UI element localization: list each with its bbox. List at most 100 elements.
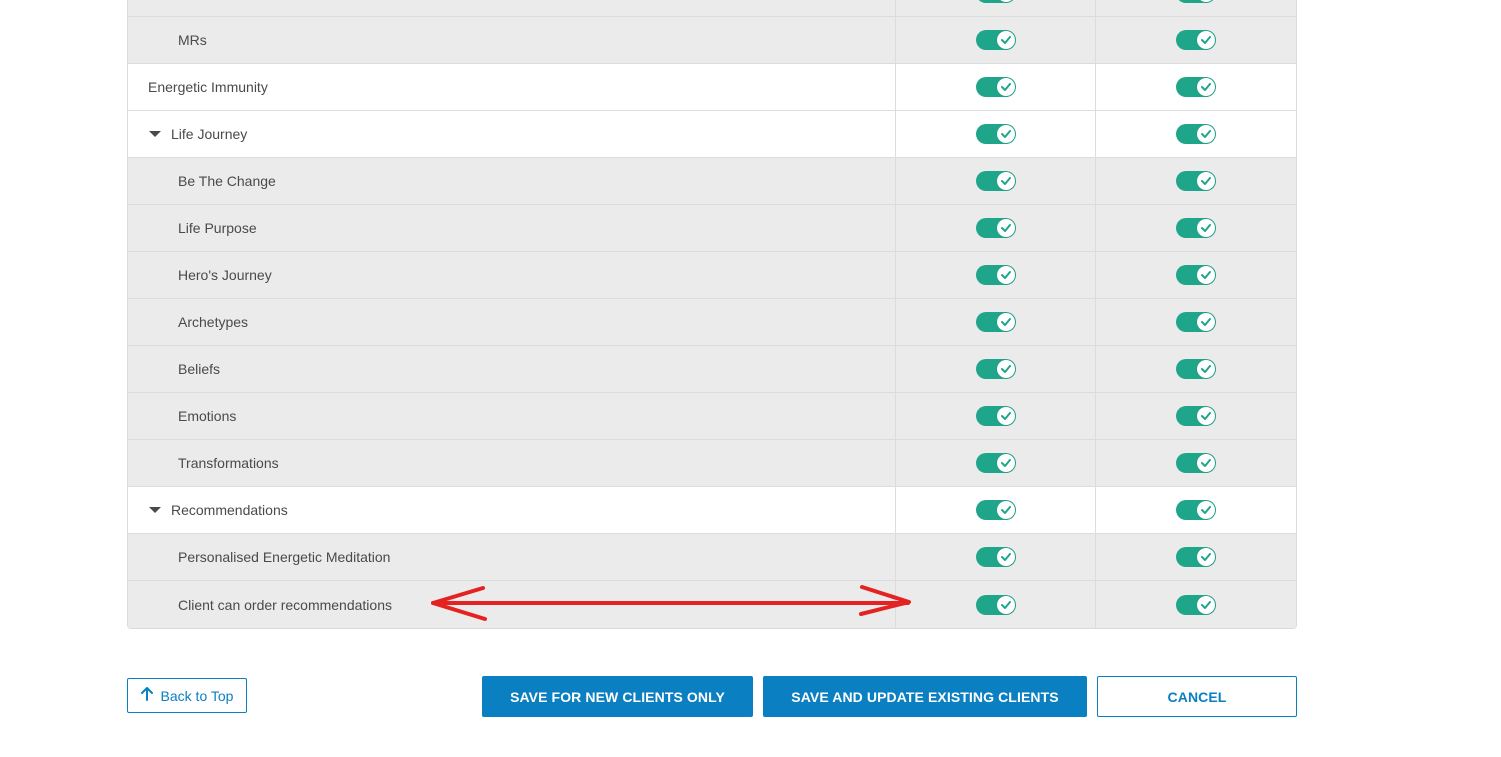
toggle-cell xyxy=(1096,158,1296,204)
permission-toggle[interactable] xyxy=(1176,30,1217,50)
row-label: Emotions xyxy=(178,408,237,424)
permission-toggle[interactable] xyxy=(1176,453,1217,473)
toggle-knob xyxy=(996,501,1015,519)
check-icon xyxy=(1000,83,1011,91)
permission-toggle[interactable] xyxy=(975,547,1016,567)
check-icon xyxy=(1201,36,1212,44)
cancel-label: CANCEL xyxy=(1167,688,1227,705)
toggle-cell xyxy=(896,252,1097,298)
toggle-knob xyxy=(996,360,1015,378)
row-label: Be The Change xyxy=(178,173,276,189)
toggle-knob xyxy=(996,595,1015,614)
toggle-knob xyxy=(996,266,1015,284)
toggle-knob xyxy=(1197,548,1216,566)
permission-toggle[interactable] xyxy=(1176,594,1217,615)
permission-toggle[interactable] xyxy=(975,312,1016,332)
caret-down-icon[interactable] xyxy=(149,507,161,513)
cancel-button[interactable]: CANCEL xyxy=(1097,676,1297,717)
permission-toggle[interactable] xyxy=(1176,265,1217,285)
table-row: Hero's Journey xyxy=(128,252,1296,299)
table-row: Be The Change xyxy=(128,158,1296,205)
table-row: Life Purpose xyxy=(128,205,1296,252)
check-icon xyxy=(1201,459,1212,467)
toggle-knob xyxy=(1197,360,1216,378)
toggle-cell xyxy=(1096,64,1296,110)
save-update-existing-button[interactable]: SAVE AND UPDATE EXISTING CLIENTS xyxy=(763,676,1087,717)
save-new-clients-button[interactable]: SAVE FOR NEW CLIENTS ONLY xyxy=(482,676,753,717)
permission-toggle[interactable] xyxy=(975,218,1016,238)
check-icon xyxy=(1000,177,1011,185)
table-row: Energetic Immunity xyxy=(128,64,1296,111)
toggle-knob xyxy=(1197,266,1216,284)
permission-toggle[interactable] xyxy=(975,30,1016,50)
permission-toggle[interactable] xyxy=(1176,359,1217,379)
permission-toggle[interactable] xyxy=(975,406,1016,426)
arrow-up-icon xyxy=(140,687,153,704)
table-row: Transformations xyxy=(128,440,1296,487)
toggle-cell xyxy=(1096,534,1296,580)
permission-toggle[interactable] xyxy=(1176,312,1217,332)
row-label-cell: Transformations xyxy=(128,440,897,486)
permission-toggle[interactable] xyxy=(975,453,1016,473)
row-label-cell: Client can order recommendations xyxy=(128,581,897,628)
permission-toggle[interactable] xyxy=(1176,547,1217,567)
row-label: Life Journey xyxy=(171,126,248,142)
permission-toggle[interactable] xyxy=(975,594,1016,615)
row-label: Transformations xyxy=(178,455,279,471)
back-to-top-button[interactable]: Back to Top xyxy=(127,678,247,713)
row-label-cell: Archetypes xyxy=(128,299,897,345)
permission-toggle[interactable] xyxy=(1176,77,1217,97)
row-label: Client can order recommendations xyxy=(178,596,392,613)
permission-toggle[interactable] xyxy=(975,171,1016,191)
permission-toggle[interactable] xyxy=(975,77,1016,97)
toggle-knob xyxy=(1197,595,1216,614)
save-update-existing-label: SAVE AND UPDATE EXISTING CLIENTS xyxy=(791,688,1059,705)
toggle-knob xyxy=(1197,31,1216,49)
permission-toggle[interactable] xyxy=(975,0,1016,3)
table-row: Recommendations xyxy=(128,487,1296,534)
toggle-knob xyxy=(996,125,1015,143)
toggle-cell xyxy=(896,17,1097,63)
row-label-cell[interactable]: Recommendations xyxy=(128,487,897,533)
toggle-cell xyxy=(896,393,1097,439)
check-icon xyxy=(1000,224,1011,232)
row-label-cell: Life Purpose xyxy=(128,205,897,251)
toggle-cell xyxy=(1096,252,1296,298)
check-icon xyxy=(1201,412,1212,420)
permission-toggle[interactable] xyxy=(975,265,1016,285)
check-icon xyxy=(1201,365,1212,373)
caret-down-icon[interactable] xyxy=(149,131,161,137)
permission-toggle[interactable] xyxy=(1176,406,1217,426)
toggle-cell xyxy=(1096,440,1296,486)
permission-toggle[interactable] xyxy=(975,500,1016,520)
permission-toggle[interactable] xyxy=(1176,500,1217,520)
toggle-cell xyxy=(896,534,1097,580)
row-label: Personalised Energetic Meditation xyxy=(178,549,391,565)
toggle-cell xyxy=(896,0,1097,16)
toggle-cell xyxy=(1096,393,1296,439)
permission-toggle[interactable] xyxy=(975,124,1016,144)
toggle-cell xyxy=(1096,0,1296,16)
toggle-knob xyxy=(996,407,1015,425)
row-label-cell[interactable]: Life Journey xyxy=(128,111,897,157)
permission-toggle[interactable] xyxy=(1176,171,1217,191)
row-label-cell: Energetic Immunity xyxy=(128,64,897,110)
check-icon xyxy=(1000,318,1011,326)
permission-toggle[interactable] xyxy=(1176,124,1217,144)
check-icon xyxy=(1000,506,1011,514)
check-icon xyxy=(1000,271,1011,279)
check-icon xyxy=(1201,600,1212,609)
check-icon xyxy=(1201,271,1212,279)
toggle-knob xyxy=(1197,501,1216,519)
toggle-cell xyxy=(896,487,1097,533)
permission-toggle[interactable] xyxy=(1176,218,1217,238)
toggle-cell xyxy=(1096,17,1296,63)
check-icon xyxy=(1201,224,1212,232)
toggle-knob xyxy=(1197,407,1216,425)
check-icon xyxy=(1201,318,1212,326)
permission-toggle[interactable] xyxy=(1176,0,1217,3)
save-new-clients-label: SAVE FOR NEW CLIENTS ONLY xyxy=(510,688,725,705)
toggle-knob xyxy=(1197,125,1216,143)
row-label: MRs xyxy=(178,32,207,48)
permission-toggle[interactable] xyxy=(975,359,1016,379)
